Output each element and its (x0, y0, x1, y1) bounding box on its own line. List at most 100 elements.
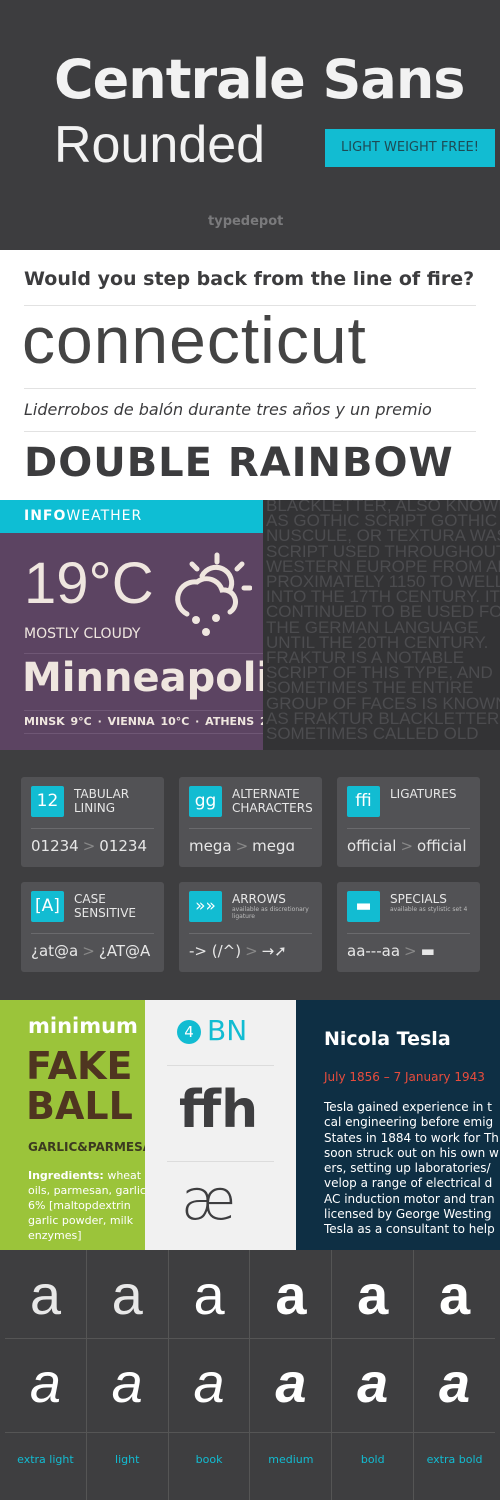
feature-card: [A] CASE SENSITIVE ¿at@a > ¿AT@A (21, 882, 164, 972)
example-before: aa---aa (347, 942, 401, 960)
glyph-sample: 4 BN ffh æ (145, 1000, 296, 1250)
article-dates: July 1856 – 7 January 1943 (324, 1070, 485, 1084)
ae-glyph: æ (181, 1168, 236, 1233)
weight-column: a a book (168, 1250, 251, 1500)
weight-column: a a light (86, 1250, 169, 1500)
typedepot-logo: typedepot (208, 214, 284, 229)
feature-card: ▬ SPECIALS available as stylistic set 4 a… (337, 882, 480, 972)
divider (31, 828, 154, 829)
italic-glyph: a (438, 1351, 471, 1414)
feature-icon: ▬ (347, 891, 380, 922)
specimen-line-bold: Would you step back from the line of fir… (24, 268, 475, 290)
upright-glyph: a (193, 1263, 225, 1326)
circled-number: 4 (177, 1020, 201, 1044)
divider (347, 933, 470, 934)
feature-label: TABULAR LINING (74, 787, 129, 815)
example-after: megɑ (252, 837, 296, 855)
feature-label: ARROWS available as discretionary ligatur… (232, 892, 322, 920)
weight-name: light (115, 1453, 140, 1466)
weight-column: a a bold (332, 1250, 415, 1500)
ingredients-label: Ingredients: (28, 1169, 104, 1182)
flavor: GARLIC&PARMESAN (28, 1140, 145, 1154)
specimen-panel: Would you step back from the line of fir… (0, 250, 500, 500)
example-after: ▬ (420, 942, 435, 960)
example-after: →➚ (261, 942, 287, 960)
example-before: mega (189, 837, 232, 855)
weight-column: a a extra light (5, 1250, 87, 1500)
feature-label: CASE SENSITIVE (74, 892, 136, 920)
feature-title: TABULAR LINING (74, 787, 130, 815)
blackletter-text-block: BLACKLETTER, ALSO KNOWN AS GOTHIC SCRIPT… (263, 500, 500, 750)
divider (189, 828, 312, 829)
weight-name: extra bold (426, 1453, 483, 1466)
feature-icon: ﬃ (347, 786, 380, 817)
example-before: -> (/^) (189, 942, 242, 960)
arrow-separator: > (245, 942, 258, 960)
divider (332, 1338, 414, 1339)
divider (332, 1432, 414, 1433)
divider (414, 1432, 495, 1433)
divider (250, 1432, 332, 1433)
ffh-ligature: ffh (179, 1080, 259, 1140)
hero-banner: Centrale Sans Rounded LIGHT WEIGHT FREE!… (0, 0, 500, 250)
divider (5, 1432, 86, 1433)
feature-example: -> (/^) > →➚ (189, 942, 287, 960)
weight-name: book (195, 1453, 223, 1466)
feature-card: 12 TABULAR LINING 01234 >01234 (21, 777, 164, 867)
upright-glyph: a (29, 1263, 61, 1326)
italic-glyph: a (193, 1351, 225, 1414)
weight-column: a a medium (250, 1250, 333, 1500)
feature-label: LIGATURES (390, 787, 456, 801)
example-before: 01234 (31, 837, 79, 855)
feature-example: 01234 >01234 (31, 837, 147, 855)
ingredients: Ingredients: wheat oils, parmesan, garli… (28, 1168, 145, 1243)
feature-example: mega > megɑ (189, 837, 295, 855)
snack-package-sample: minimum FAKEBALL GARLIC&PARMESAN Ingredi… (0, 1000, 145, 1250)
example-after: ¿AT@A (98, 942, 151, 960)
sample-panels: minimum FAKEBALL GARLIC&PARMESAN Ingredi… (0, 1000, 500, 1250)
italic-glyph: a (275, 1351, 307, 1414)
divider (31, 933, 154, 934)
weather-widget: INFOWEATHER 19°C MOSTLY CLOUDY Minneapol… (0, 500, 263, 750)
feature-icon: [A] (31, 891, 64, 922)
divider (24, 710, 263, 711)
font-title: Centrale Sans (54, 48, 465, 111)
italic-glyph: a (357, 1351, 389, 1414)
brand-text: minimum (28, 1014, 138, 1038)
feature-example: ¿at@a > ¿AT@A (31, 942, 150, 960)
arrow-separator: > (235, 837, 249, 855)
italic-glyph: a (29, 1351, 61, 1414)
divider (5, 1338, 86, 1339)
feature-icon: »» (189, 891, 222, 922)
product-name: FAKE BALL (26, 1046, 133, 1126)
circled-number-sample: 4 BN (177, 1014, 247, 1047)
divider (168, 1432, 250, 1433)
article-body: Tesla gained experience in t cal enginee… (324, 1100, 499, 1237)
divider (86, 1338, 168, 1339)
divider (414, 1338, 495, 1339)
feature-title: SPECIALS (390, 892, 447, 906)
example-before: official (347, 837, 397, 855)
divider (167, 1065, 274, 1066)
other-cities: MINSK 9°C · VIENNA 10°C · ATHENS 2 (24, 715, 263, 728)
feature-title: ALTERNATE CHARACTERS (232, 787, 313, 815)
sun-cloud-rain-icon (175, 552, 252, 636)
arrow-separator: > (404, 942, 417, 960)
feature-note: available as discretionary ligature (232, 906, 309, 920)
specimen-line-italic: Liderrobos de balón durante tres años y … (24, 400, 432, 419)
feature-title: ARROWS (232, 892, 286, 906)
feature-icon: 12 (31, 786, 64, 817)
arrow-separator: > (82, 942, 95, 960)
temperature: 19°C (24, 551, 154, 616)
divider (250, 1338, 332, 1339)
product-line: BALL (26, 1084, 133, 1128)
upright-glyph: a (438, 1263, 471, 1326)
condition: MOSTLY CLOUDY (24, 626, 141, 642)
upright-glyph: a (111, 1263, 143, 1326)
divider (24, 733, 263, 734)
divider (189, 933, 312, 934)
free-badge[interactable]: LIGHT WEIGHT FREE! (325, 129, 495, 167)
upright-glyph: a (357, 1263, 389, 1326)
tesla-article: Nicola Tesla July 1856 – 7 January 1943 … (296, 1000, 500, 1250)
feature-label: ALTERNATE CHARACTERS (232, 787, 313, 815)
